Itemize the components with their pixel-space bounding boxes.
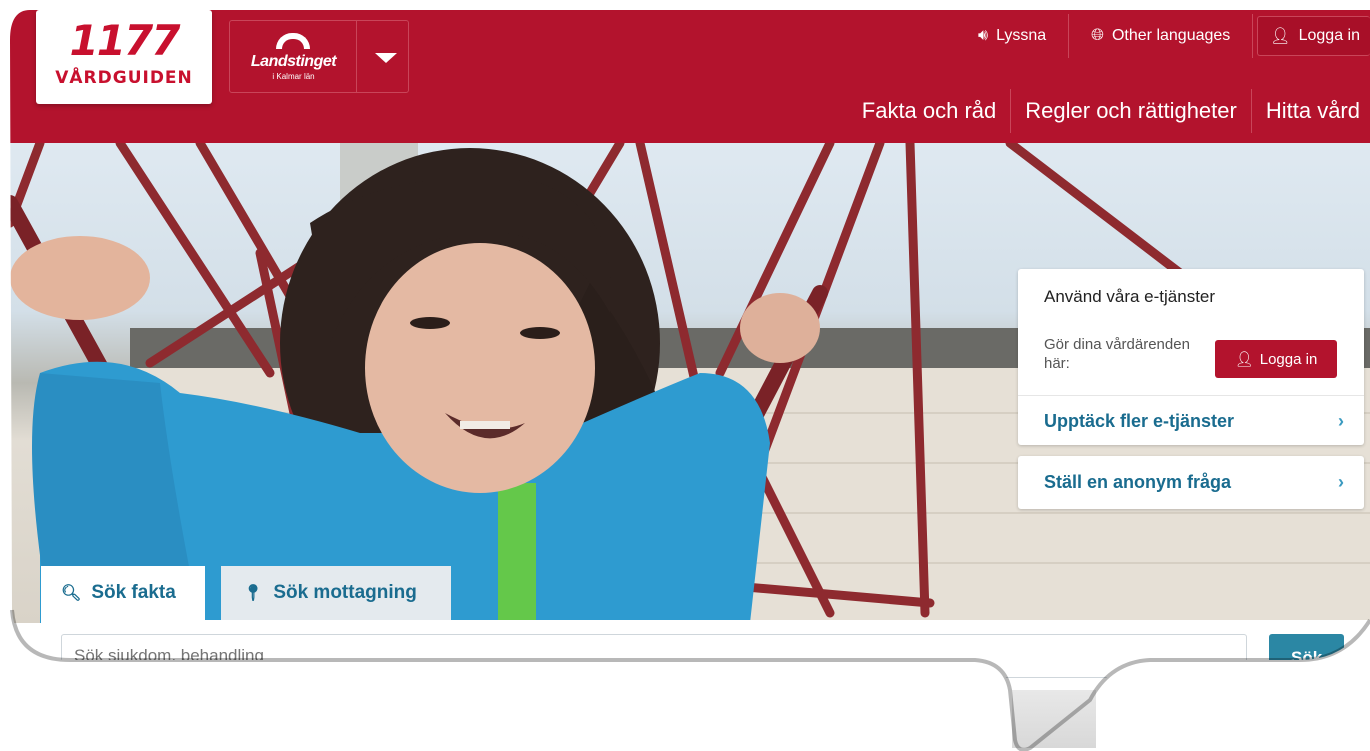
chevron-right-icon: › — [1338, 411, 1344, 431]
user-icon: 👤︎ — [1234, 351, 1254, 368]
search-icon: 🔍︎ — [61, 585, 82, 602]
speaker-icon: 🔊︎ — [977, 27, 989, 44]
top-links: 🔊︎ Lyssna 🌐︎ Other languages 👤︎ Logga in — [956, 14, 1370, 58]
nav-hitta-vard[interactable]: Hitta vård — [1252, 89, 1370, 133]
landstinget-arch-icon — [276, 33, 310, 49]
anonymous-question-link[interactable]: Ställ en anonym fråga › — [1018, 456, 1364, 508]
eservices-login-label: Logga in — [1259, 350, 1318, 368]
tab-sok-fakta[interactable]: 🔍︎ Sök fakta — [41, 566, 205, 620]
landstinget-logo: Landstinget i Kalmar län — [230, 21, 357, 92]
chevron-right-icon: › — [1338, 471, 1344, 492]
logo-number: 1177 — [69, 16, 179, 65]
chevron-down-icon[interactable] — [375, 53, 397, 63]
search-button[interactable]: Sök — [1269, 634, 1344, 678]
tab-sok-mottagning[interactable]: 📍︎ Sök mottagning — [221, 566, 451, 620]
discover-more-eservices-link[interactable]: Upptäck fler e-tjänster › — [1018, 395, 1364, 447]
other-languages-label: Other languages — [1111, 27, 1231, 44]
nav-regler-och-rattigheter[interactable]: Regler och rättigheter — [1011, 89, 1252, 133]
search-input[interactable] — [61, 634, 1247, 678]
eservices-login-button[interactable]: 👤︎ Logga in — [1215, 340, 1337, 378]
eservices-text: Gör dina vårdärenden här: — [1044, 336, 1190, 372]
discover-more-label: Upptäck fler e-tjänster — [1044, 411, 1235, 431]
globe-icon: 🌐︎ — [1091, 27, 1104, 44]
tab-sok-mottagning-label: Sök mottagning — [273, 582, 417, 603]
login-button-top[interactable]: 👤︎ Logga in — [1257, 16, 1370, 56]
listen-label: Lyssna — [996, 27, 1047, 44]
search-panel: Sök — [41, 620, 1370, 680]
main-nav: Fakta och råd Regler och rättigheter Hit… — [848, 88, 1370, 134]
site-header: 1177 VÅRDGUIDEN Landstinget i Kalmar län… — [0, 0, 1370, 143]
stage: 1177 VÅRDGUIDEN Landstinget i Kalmar län… — [0, 0, 1370, 751]
eservices-panel: Använd våra e-tjänster Gör dina vårdären… — [1018, 269, 1364, 509]
anonymous-question-card: Ställ en anonym fråga › — [1018, 456, 1364, 509]
search-tabs: 🔍︎ Sök fakta 📍︎ Sök mottagning — [41, 566, 451, 620]
tab-sok-fakta-label: Sök fakta — [91, 582, 176, 603]
screenshot-bubble: 1177 VÅRDGUIDEN Landstinget i Kalmar län… — [0, 0, 1370, 751]
region-selector[interactable]: Landstinget i Kalmar län — [229, 20, 409, 93]
logo-1177-vardguiden[interactable]: 1177 VÅRDGUIDEN — [36, 10, 212, 104]
landstinget-name: Landstinget — [250, 53, 337, 70]
nav-fakta-och-rad[interactable]: Fakta och råd — [848, 89, 1012, 133]
anonymous-question-label: Ställ en anonym fråga — [1044, 471, 1232, 492]
user-icon: 👤︎ — [1270, 28, 1291, 45]
eservices-title: Använd våra e-tjänster — [1044, 287, 1216, 306]
login-label-top: Logga in — [1298, 27, 1360, 44]
landstinget-region: i Kalmar län — [272, 72, 315, 81]
listen-link[interactable]: 🔊︎ Lyssna — [956, 14, 1069, 58]
logo-name: VÅRDGUIDEN — [55, 68, 193, 88]
map-pin-icon: 📍︎ — [243, 585, 264, 602]
eservices-card: Använd våra e-tjänster Gör dina vårdären… — [1018, 269, 1364, 445]
other-languages-link[interactable]: 🌐︎ Other languages — [1069, 14, 1253, 58]
